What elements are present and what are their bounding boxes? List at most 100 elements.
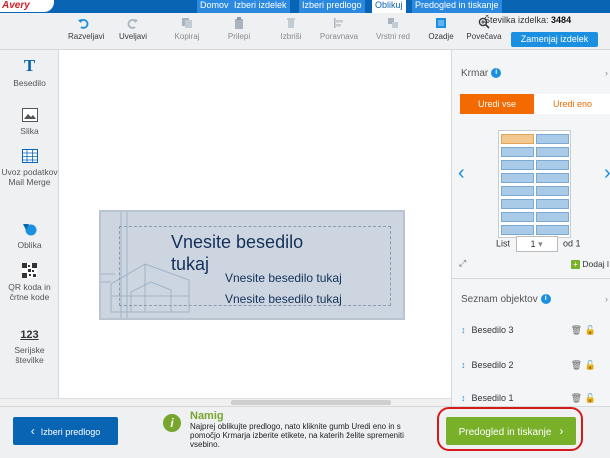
scrollbar-thumb[interactable]: [231, 400, 391, 405]
right-panel: Krmari › Uredi vse Uredi eno ‹ › List 1 …: [451, 50, 610, 406]
sidebar-item-qr-barcode[interactable]: QR koda in črtne kode: [0, 263, 59, 302]
close-icon[interactable]: ›: [605, 68, 608, 78]
object-list-title: Seznam objektov: [461, 294, 538, 305]
step-preview-print[interactable]: Predogled in tiskanje: [412, 0, 502, 13]
label-artboard[interactable]: Vnesite besedilo tukaj Vnesite besedilo …: [99, 210, 405, 320]
drag-handle-icon[interactable]: ↕: [461, 325, 466, 335]
object-list-item[interactable]: ↕ Besedilo 2 🗑 🔓: [461, 355, 606, 375]
label-thumb[interactable]: [501, 160, 534, 170]
sidebar-item-mail-merge[interactable]: Uvoz podatkov Mail Merge: [0, 149, 59, 187]
background-icon: [436, 18, 446, 28]
chevron-right-icon: ›: [559, 424, 564, 438]
drag-handle-icon[interactable]: ↕: [461, 360, 466, 370]
info-icon[interactable]: i: [491, 68, 502, 79]
back-to-template-button[interactable]: ‹ Izberi predlogo: [13, 417, 118, 445]
step-navigation-bar: Avery Domov Izberi izdelek Izberi predlo…: [0, 0, 610, 13]
add-sheet-label: Dodaj l: [582, 259, 609, 269]
object-name: Besedilo 3: [471, 325, 514, 335]
redo-button[interactable]: Uveljavi: [118, 17, 148, 41]
info-icon[interactable]: i: [540, 294, 551, 305]
zoom-label: Povečava: [466, 32, 502, 41]
paste-label: Prilepi: [227, 32, 251, 41]
object-name: Besedilo 1: [471, 393, 514, 403]
sidebar-item-label: Besedilo: [13, 78, 46, 88]
label-thumb[interactable]: [501, 212, 534, 222]
label-thumb[interactable]: [501, 147, 534, 157]
panel-divider: [452, 278, 610, 279]
label-thumb[interactable]: [536, 134, 569, 144]
paste-button[interactable]: Prilepi: [224, 17, 254, 41]
label-thumb[interactable]: [501, 134, 534, 144]
chevron-right-icon[interactable]: ›: [604, 162, 610, 185]
label-thumb[interactable]: [536, 147, 569, 157]
label-thumb[interactable]: [536, 160, 569, 170]
object-list-item[interactable]: ↕ Besedilo 1 🗑 🔓: [461, 388, 606, 408]
add-icon: +: [571, 260, 580, 269]
align-icon: [334, 18, 343, 28]
align-button[interactable]: Poravnava: [318, 17, 360, 41]
object-list-item[interactable]: ↕ Besedilo 3 🗑 🔓: [461, 320, 606, 340]
horizontal-scrollbar[interactable]: [0, 398, 451, 406]
delete-label: Izbriši: [280, 32, 302, 41]
delete-button[interactable]: Izbriši: [276, 17, 306, 41]
expand-icon[interactable]: ⤢: [459, 258, 466, 269]
label-thumb[interactable]: [501, 199, 534, 209]
text-object-2[interactable]: Vnesite besedilo tukaj: [225, 271, 342, 285]
close-icon[interactable]: ›: [605, 294, 608, 304]
shapes-icon: [22, 224, 36, 236]
avery-logo[interactable]: Avery: [0, 0, 54, 12]
product-number-value: 3484: [551, 15, 572, 25]
sheet-thumbnail[interactable]: [498, 130, 571, 238]
step-select-template[interactable]: Izberi predlogo: [299, 0, 365, 13]
sidebar-item-image[interactable]: Slika: [0, 108, 59, 136]
sidebar-item-serial-numbers[interactable]: 123 Serijske številke: [0, 329, 59, 365]
background-button[interactable]: Ozadje: [426, 17, 456, 41]
step-home[interactable]: Domov: [197, 0, 232, 13]
copy-icon: [182, 18, 192, 28]
chevron-left-icon[interactable]: ‹: [458, 162, 465, 185]
tab-edit-one[interactable]: Uredi eno: [534, 94, 610, 114]
label-thumb[interactable]: [501, 186, 534, 196]
lock-icon[interactable]: 🔓: [585, 388, 596, 408]
paste-icon: [235, 17, 243, 29]
navigator-header: Krmar i: [461, 68, 502, 79]
text-object-3[interactable]: Vnesite besedilo: [171, 232, 303, 253]
trash-icon[interactable]: 🗑: [571, 320, 582, 340]
object-list-header: Seznam objektov i: [461, 294, 551, 305]
layer-order-icon: [388, 18, 398, 28]
sidebar-item-text[interactable]: T Besedilo: [0, 57, 59, 88]
chevron-left-icon: ‹: [30, 424, 35, 438]
label-thumb[interactable]: [536, 212, 569, 222]
text-object-3-line2[interactable]: tukaj: [171, 254, 209, 275]
serial-numbers-icon: 123: [20, 329, 39, 341]
label-thumb[interactable]: [536, 186, 569, 196]
sidebar-item-shape[interactable]: Oblika: [0, 222, 59, 250]
sidebar-item-label: Slika: [20, 126, 39, 136]
undo-label: Razveljavi: [68, 32, 105, 41]
replace-product-button[interactable]: Zamenjaj izdelek: [511, 32, 598, 47]
copy-button[interactable]: Kopiraj: [172, 17, 202, 41]
trash-icon[interactable]: 🗑: [571, 355, 582, 375]
step-design[interactable]: Oblikuj: [372, 0, 406, 13]
lock-icon[interactable]: 🔓: [585, 320, 596, 340]
undo-icon: [78, 19, 89, 29]
sheet-select[interactable]: 1 ▾: [515, 236, 558, 252]
undo-button[interactable]: Razveljavi: [68, 17, 104, 41]
tab-edit-all[interactable]: Uredi vse: [460, 94, 534, 114]
lock-icon[interactable]: 🔓: [585, 355, 596, 375]
product-number-label: Številka izdelka:: [484, 15, 549, 25]
drag-handle-icon[interactable]: ↕: [461, 393, 466, 403]
add-sheet-button[interactable]: + Dodaj l: [571, 259, 609, 269]
label-thumb[interactable]: [501, 173, 534, 183]
trash-icon[interactable]: 🗑: [571, 388, 582, 408]
design-canvas[interactable]: Vnesite besedilo tukaj Vnesite besedilo …: [59, 50, 451, 398]
step-select-product[interactable]: Izberi izdelek: [231, 0, 290, 13]
of-label: od 1: [563, 238, 581, 249]
order-button[interactable]: Vrstni red: [372, 17, 414, 41]
label-thumb[interactable]: [536, 225, 569, 235]
preview-print-button[interactable]: Predogled in tiskanje ›: [446, 417, 576, 445]
label-thumb[interactable]: [536, 173, 569, 183]
text-object-1[interactable]: Vnesite besedilo tukaj: [225, 292, 342, 306]
label-thumb[interactable]: [501, 225, 534, 235]
label-thumb[interactable]: [536, 199, 569, 209]
